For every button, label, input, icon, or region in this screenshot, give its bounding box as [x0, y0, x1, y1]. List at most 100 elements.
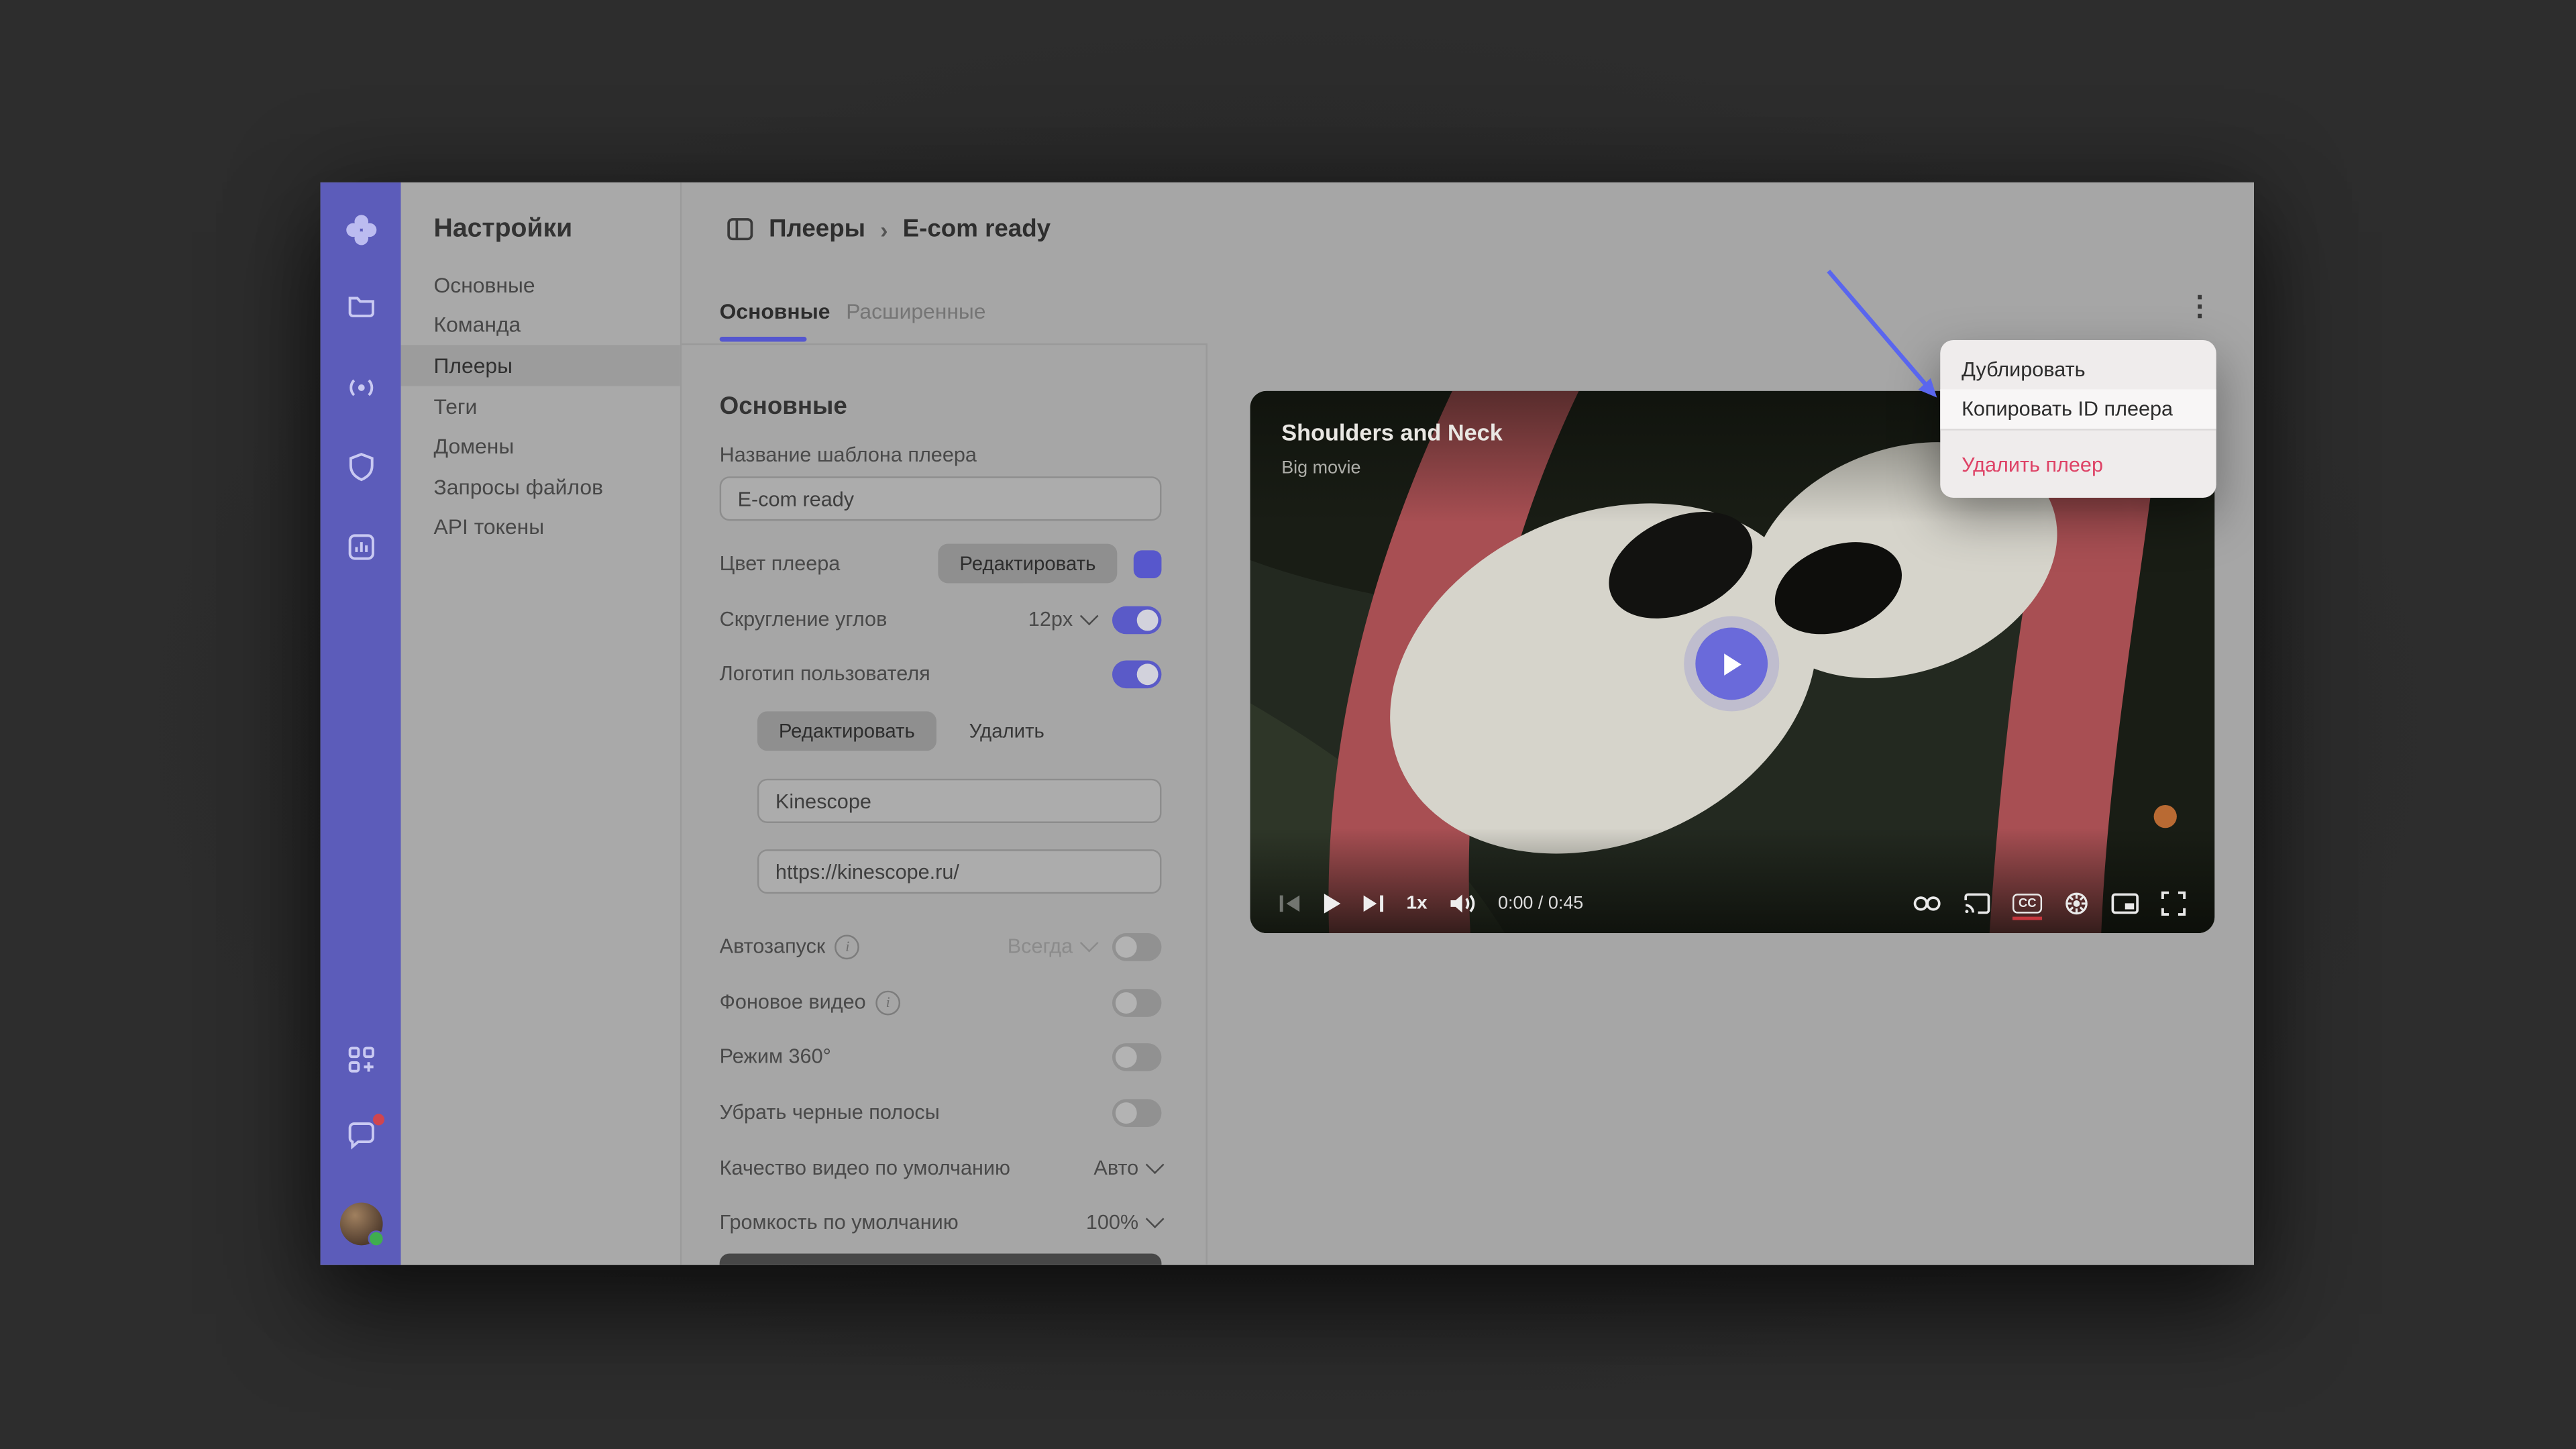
pip-button[interactable]	[2111, 892, 2139, 915]
live-icon[interactable]	[321, 366, 401, 409]
logo-url-input[interactable]	[757, 849, 1161, 894]
layout-icon	[726, 215, 754, 244]
color-swatch[interactable]	[1134, 549, 1162, 578]
projects-icon[interactable]	[321, 284, 401, 327]
big-play-button[interactable]	[1695, 628, 1768, 700]
logo-actions-row: Редактировать Удалить	[757, 711, 1044, 751]
quality-button[interactable]	[2063, 890, 2090, 916]
chevron-down-icon	[1146, 1210, 1165, 1228]
mode-360-row: Режим 360°	[720, 1036, 1162, 1076]
icon-rail	[321, 182, 401, 1265]
sidebar-item-players[interactable]: Плееры	[401, 345, 680, 386]
player-color-row: Цвет плеера Редактировать	[720, 544, 1162, 584]
analytics-icon[interactable]	[321, 526, 401, 569]
mode-360-toggle[interactable]	[1112, 1042, 1161, 1071]
remove-bars-row: Убрать черные полосы	[720, 1093, 1162, 1132]
previous-button[interactable]	[1278, 894, 1301, 913]
user-avatar	[339, 1203, 382, 1246]
context-menu: Дублировать Копировать ID плеера Удалить…	[1940, 340, 2216, 498]
form-heading: Основные	[720, 392, 847, 421]
player-name-input[interactable]	[720, 476, 1162, 521]
remove-bars-toggle[interactable]	[1112, 1098, 1161, 1126]
volume-button[interactable]	[1449, 892, 1477, 915]
next-button[interactable]	[1362, 894, 1385, 913]
chat-bubble-icon	[344, 1118, 377, 1159]
player-color-label: Цвет плеера	[720, 552, 841, 575]
default-volume-select[interactable]: 100%	[1086, 1211, 1162, 1234]
play-icon	[1721, 651, 1742, 676]
kebab-menu-button[interactable]: ⋮	[2178, 286, 2221, 329]
autoplay-toggle[interactable]	[1112, 932, 1161, 961]
tab-advanced[interactable]: Расширенные	[846, 299, 985, 324]
apps-icon[interactable]	[321, 1038, 401, 1081]
autoplay-select[interactable]: Всегда	[1008, 934, 1096, 957]
corner-radius-toggle[interactable]	[1112, 605, 1161, 633]
clipped-control	[720, 1254, 1162, 1265]
next-icon	[1362, 894, 1385, 913]
sidebar-item-api-tokens[interactable]: API токены	[401, 507, 680, 547]
sidebar-item-tags[interactable]: Теги	[401, 386, 680, 426]
loop-icon	[1913, 894, 1942, 913]
autoplay-row: Автозапускi Всегда	[720, 926, 1162, 966]
logo-name-input[interactable]	[757, 779, 1161, 823]
player-controls: 1x 0:00 / 0:45 CC	[1250, 874, 2215, 933]
notification-dot	[372, 1113, 384, 1124]
avatar[interactable]	[321, 1203, 401, 1246]
fullscreen-icon	[2160, 890, 2186, 916]
play-button[interactable]	[1322, 894, 1340, 913]
tab-main[interactable]: Основные	[720, 299, 830, 324]
edit-logo-button[interactable]: Редактировать	[757, 711, 936, 751]
background-video-toggle[interactable]	[1112, 988, 1161, 1016]
menu-item-delete-player[interactable]: Удалить плеер	[1940, 445, 2216, 485]
user-logo-toggle[interactable]	[1112, 659, 1161, 688]
breadcrumb-separator: ›	[880, 216, 888, 242]
security-icon[interactable]	[321, 445, 401, 488]
default-quality-label: Качество видео по умолчанию	[720, 1157, 1010, 1179]
edit-color-button[interactable]: Редактировать	[938, 544, 1118, 584]
remove-bars-label: Убрать черные полосы	[720, 1101, 940, 1124]
play-icon	[1322, 894, 1340, 913]
loop-button[interactable]	[1913, 894, 1942, 913]
menu-item-copy-player-id[interactable]: Копировать ID плеера	[1940, 389, 2216, 429]
volume-icon	[1449, 892, 1477, 915]
apps-grid-icon	[344, 1043, 377, 1076]
breadcrumb-current: E-com ready	[903, 215, 1051, 244]
info-icon[interactable]: i	[875, 990, 900, 1015]
sidebar-item-domains[interactable]: Домены	[401, 426, 680, 466]
chevron-down-icon	[1146, 1155, 1165, 1174]
sidebar-item-general[interactable]: Основные	[401, 264, 680, 305]
player-name-label: Название шаблона плеера	[720, 443, 977, 466]
tabs-divider	[682, 343, 1205, 345]
captions-button[interactable]: CC	[2012, 894, 2042, 914]
user-logo-row: Логотип пользователя	[720, 654, 1162, 694]
default-quality-row: Качество видео по умолчанию Авто	[720, 1148, 1162, 1188]
shield-icon	[344, 450, 377, 483]
breadcrumb: Плееры › E-com ready	[726, 215, 1051, 244]
desktop-background: Настройки Основные Команда Плееры Теги Д…	[0, 0, 2576, 1449]
pip-icon	[2111, 892, 2139, 915]
menu-divider	[1940, 429, 2216, 430]
captions-icon: CC	[2012, 894, 2042, 914]
column-divider	[1206, 343, 1208, 1265]
chat-icon[interactable]	[321, 1117, 401, 1160]
kinescope-logo[interactable]	[321, 209, 401, 252]
menu-item-duplicate[interactable]: Дублировать	[1940, 350, 2216, 390]
mode-360-label: Режим 360°	[720, 1045, 831, 1068]
fullscreen-button[interactable]	[2160, 890, 2186, 916]
default-volume-label: Громкость по умолчанию	[720, 1211, 959, 1234]
info-icon[interactable]: i	[835, 934, 860, 959]
sidebar-item-team[interactable]: Команда	[401, 305, 680, 345]
sidebar-title: Настройки	[434, 215, 573, 245]
breadcrumb-section[interactable]: Плееры	[769, 215, 865, 244]
delete-logo-button[interactable]: Удалить	[969, 720, 1044, 743]
app-window: Настройки Основные Команда Плееры Теги Д…	[321, 182, 2254, 1265]
default-volume-row: Громкость по умолчанию 100%	[720, 1203, 1162, 1242]
cast-button[interactable]	[1964, 892, 1992, 915]
sidebar-item-file-requests[interactable]: Запросы файлов	[401, 466, 680, 506]
sidebar-list: Основные Команда Плееры Теги Домены Запр…	[401, 264, 680, 547]
playback-speed-button[interactable]: 1x	[1406, 894, 1427, 913]
default-quality-select[interactable]: Авто	[1093, 1157, 1161, 1179]
corner-radius-row: Скругление углов 12px	[720, 600, 1162, 639]
corner-radius-select[interactable]: 12px	[1028, 608, 1096, 631]
video-subtitle: Big movie	[1281, 458, 1360, 478]
